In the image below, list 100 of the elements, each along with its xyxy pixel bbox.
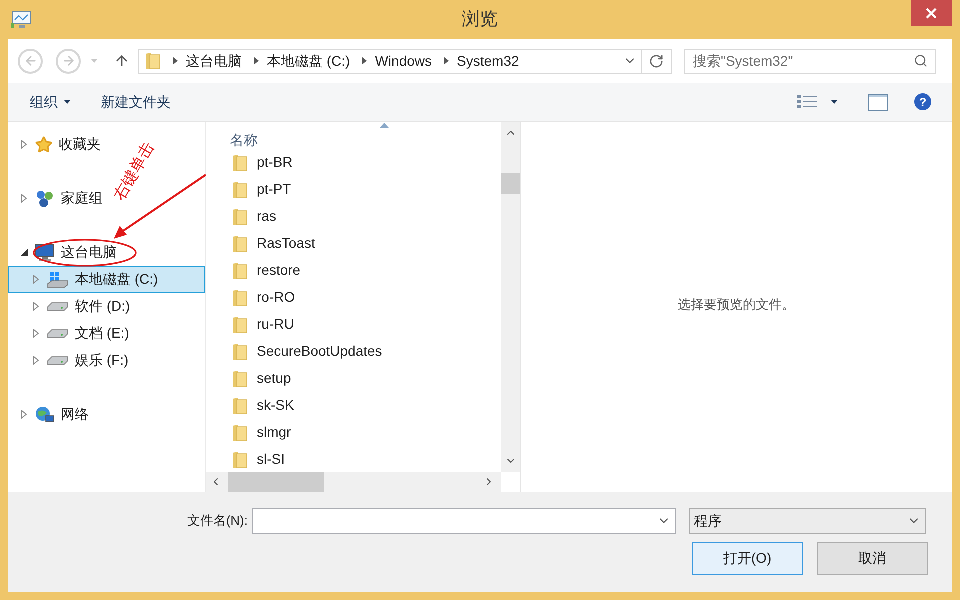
tree-label: 本地磁盘 (C:) — [75, 270, 158, 289]
horizontal-scrollbar[interactable] — [206, 472, 501, 492]
app-monitor-icon — [11, 10, 33, 28]
folder-name: SecureBootUpdates — [257, 342, 382, 361]
tree-label: 收藏夹 — [59, 135, 101, 154]
dialog-button[interactable]: 打开(O) — [692, 542, 803, 575]
preview-message: 选择要预览的文件。 — [678, 296, 795, 314]
breadcrumb-item[interactable]: 这台电脑 — [186, 50, 242, 72]
preview-pane-icon[interactable] — [868, 94, 888, 110]
scroll-thumb[interactable] — [501, 173, 520, 194]
folder-icon — [145, 52, 161, 70]
vertical-scrollbar[interactable] — [501, 122, 520, 472]
file-row[interactable]: RasToast — [230, 230, 501, 257]
collapsed-arrow-icon[interactable] — [21, 140, 27, 149]
file-row[interactable]: sk-SK — [230, 392, 501, 419]
refresh-button[interactable] — [642, 48, 672, 74]
tree-item[interactable]: 文档 (E:) — [8, 320, 132, 347]
name-column-header[interactable]: 名称 — [230, 122, 501, 148]
filename-label: 文件名(N): — [186, 512, 249, 530]
address-bar[interactable]: 这台电脑 本地磁盘 (C:) Windows System32 — [138, 48, 642, 74]
star-icon — [35, 136, 53, 154]
tree-item[interactable]: 收藏夹 — [8, 131, 104, 158]
help-icon[interactable]: ? — [914, 93, 932, 111]
folder-icon — [232, 234, 248, 252]
file-row[interactable]: pt-PT — [230, 176, 501, 203]
folder-name: RasToast — [257, 234, 316, 253]
organize-menu-button[interactable]: 组织 — [30, 92, 71, 112]
back-arrow-icon — [24, 54, 38, 68]
search-icon[interactable] — [914, 54, 928, 68]
breadcrumb-item[interactable]: Windows — [375, 50, 432, 72]
tree-label: 网络 — [61, 405, 89, 424]
tree-item[interactable]: 本地磁盘 (C:) — [8, 266, 205, 293]
folder-icon — [232, 396, 248, 414]
breadcrumb-item[interactable]: 本地磁盘 (C:) — [267, 50, 350, 72]
folder-icon — [232, 316, 248, 334]
tree-item[interactable]: 这台电脑 — [8, 239, 120, 266]
tree-item[interactable]: 网络 — [8, 401, 92, 428]
folder-name: ro-RO — [257, 288, 296, 307]
view-caret-icon[interactable] — [831, 100, 838, 104]
folder-name: ru-RU — [257, 315, 294, 334]
file-row[interactable]: ru-RU — [230, 311, 501, 338]
tree-label: 文档 (E:) — [75, 324, 130, 343]
file-row[interactable]: slmgr — [230, 419, 501, 446]
tree-label: 娱乐 (F:) — [75, 351, 129, 370]
caret-icon — [64, 100, 71, 104]
folder-icon — [232, 342, 248, 360]
folder-name: slmgr — [257, 423, 292, 442]
new-folder-button[interactable]: 新建文件夹 — [101, 92, 171, 112]
breadcrumb-separator-icon[interactable] — [444, 57, 450, 65]
folder-icon — [232, 370, 248, 388]
folder-name: restore — [257, 261, 301, 280]
folder-icon — [232, 180, 248, 198]
collapsed-arrow-icon[interactable] — [21, 194, 27, 203]
search-field[interactable]: 搜索"System32" — [684, 48, 936, 74]
file-row[interactable]: pt-BR — [230, 149, 501, 176]
file-row[interactable]: setup — [230, 365, 501, 392]
collapsed-arrow-icon[interactable] — [33, 302, 39, 311]
file-row[interactable]: sl-SI — [230, 446, 501, 473]
breadcrumb-item[interactable]: System32 — [457, 50, 520, 72]
drive-icon — [47, 302, 69, 312]
tree-label: 软件 (D:) — [75, 297, 130, 316]
sort-caret-icon — [380, 123, 389, 128]
folder-icon — [232, 154, 248, 172]
refresh-icon — [649, 54, 664, 68]
collapsed-arrow-icon[interactable] — [33, 275, 39, 284]
window-title: 浏览 — [462, 8, 498, 31]
file-row[interactable]: restore — [230, 257, 501, 284]
folder-name: pt-BR — [257, 153, 293, 172]
scroll-thumb[interactable] — [228, 472, 324, 492]
folder-name: sk-SK — [257, 396, 294, 415]
breadcrumb-separator-icon[interactable] — [173, 57, 178, 65]
tree-item[interactable]: 家庭组 — [8, 185, 106, 212]
annotation-text: 右键单击 — [110, 138, 159, 206]
folder-name: setup — [257, 369, 292, 388]
windows-drive-icon — [47, 270, 69, 288]
folder-name: sl-SI — [257, 450, 285, 469]
close-button[interactable] — [911, 0, 952, 26]
expanded-arrow-icon[interactable] — [21, 249, 28, 256]
collapsed-arrow-icon[interactable] — [33, 356, 39, 365]
folder-name: ras — [257, 207, 276, 226]
view-list-icon[interactable] — [797, 94, 817, 110]
file-row[interactable]: SecureBootUpdates — [230, 338, 501, 365]
tree-item[interactable]: 软件 (D:) — [8, 293, 134, 320]
tree-item[interactable]: 娱乐 (F:) — [8, 347, 132, 374]
dialog-button[interactable]: 取消 — [817, 542, 928, 575]
folder-name: pt-PT — [257, 180, 292, 199]
close-icon — [926, 8, 937, 18]
file-type-select[interactable]: 程序 — [689, 508, 926, 534]
breadcrumb-separator-icon[interactable] — [362, 57, 368, 65]
filename-field[interactable] — [252, 508, 676, 534]
collapsed-arrow-icon[interactable] — [21, 410, 27, 419]
collapsed-arrow-icon[interactable] — [33, 329, 39, 338]
folder-icon — [232, 288, 248, 306]
tree-label: 家庭组 — [61, 189, 103, 208]
folder-icon — [232, 424, 248, 442]
breadcrumb-separator-icon[interactable] — [254, 57, 259, 65]
folder-icon — [232, 208, 248, 226]
file-row[interactable]: ro-RO — [230, 284, 501, 311]
drive-icon — [47, 328, 69, 338]
file-row[interactable]: ras — [230, 203, 501, 230]
